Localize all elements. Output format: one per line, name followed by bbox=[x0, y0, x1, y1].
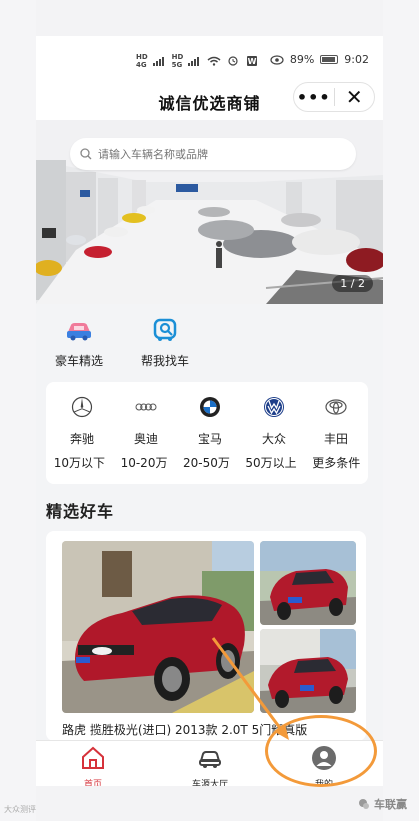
tab-car-hall[interactable]: 车源大厅 bbox=[170, 745, 250, 786]
tab-mine-label: 我的 bbox=[314, 780, 333, 786]
tab-home[interactable]: 首页 bbox=[53, 745, 133, 786]
price-filter-more[interactable]: 更多条件 bbox=[312, 454, 360, 471]
car-photo-3 bbox=[260, 629, 356, 713]
price-filter-2[interactable]: 20-50万 bbox=[183, 454, 230, 471]
bottom-tab-bar: 首页 车源大厅 我的 bbox=[36, 740, 383, 786]
mercedes-logo-icon bbox=[71, 396, 93, 418]
brand-vw[interactable]: 大众 bbox=[244, 396, 304, 447]
brand-benz[interactable]: 奔驰 bbox=[52, 396, 112, 447]
brand-vw-label: 大众 bbox=[261, 432, 286, 446]
eye-icon bbox=[270, 54, 284, 65]
status-left-icons: HD 4G HD 5G W bbox=[136, 53, 259, 69]
status-right: 89% 9:02 bbox=[270, 53, 369, 66]
brand-bmw[interactable]: 宝马 bbox=[180, 396, 240, 447]
car-photo-2 bbox=[260, 541, 356, 625]
tab-home-label: 首页 bbox=[83, 780, 102, 786]
hd-badge-icon-2: HD 5G bbox=[171, 53, 184, 69]
phone-screen: HD 4G HD 5G W 89% 9:02 诚信优选商铺 ••• ✕ 请输入车… bbox=[36, 36, 383, 786]
svg-text:W: W bbox=[248, 57, 257, 66]
price-filter-3[interactable]: 50万以上 bbox=[245, 454, 296, 471]
audi-logo-icon bbox=[135, 403, 157, 411]
search-bar[interactable] bbox=[70, 138, 356, 170]
watermark-right-text: 车联赢 bbox=[374, 798, 407, 811]
carousel-pager: 1 / 2 bbox=[332, 275, 373, 292]
title-bar: 诚信优选商铺 ••• ✕ bbox=[36, 82, 383, 120]
brand-bmw-label: 宝马 bbox=[197, 432, 222, 446]
miniapp-capsule: ••• ✕ bbox=[293, 82, 375, 112]
bmw-logo-icon bbox=[200, 397, 220, 417]
hd-badge-icon: HD 4G bbox=[136, 53, 148, 69]
app-notification-icon: W bbox=[247, 56, 258, 66]
alarm-icon bbox=[228, 56, 238, 66]
featured-car-card[interactable]: 路虎 揽胜极光(进口) 2013款 2.0T 5门耀真版 bbox=[46, 531, 366, 741]
search-icon bbox=[80, 148, 92, 160]
price-filter-1[interactable]: 10-20万 bbox=[121, 454, 168, 471]
section-title: 精选好车 bbox=[46, 502, 115, 521]
watermark-right: 车联赢 bbox=[358, 796, 407, 812]
close-button[interactable]: ✕ bbox=[334, 85, 374, 109]
brand-audi-label: 奥迪 bbox=[133, 432, 158, 446]
left-border bbox=[0, 0, 36, 821]
toyota-logo-icon bbox=[325, 399, 347, 415]
find-car-icon bbox=[153, 318, 177, 341]
price-filter-0[interactable]: 10万以下 bbox=[54, 454, 105, 471]
quick-luxury-label: 豪车精选 bbox=[54, 354, 103, 368]
signal-icon bbox=[152, 57, 164, 66]
volkswagen-logo-icon bbox=[264, 397, 284, 417]
watermark-left: 大众测评 bbox=[4, 805, 36, 814]
home-icon bbox=[82, 746, 104, 769]
car-photo-main bbox=[62, 541, 254, 713]
signal-icon-2 bbox=[188, 57, 200, 66]
wechat-icon bbox=[359, 799, 369, 809]
banner-carousel[interactable]: 1 / 2 bbox=[36, 120, 383, 304]
clock: 9:02 bbox=[344, 53, 369, 66]
car-icon bbox=[199, 751, 221, 768]
quick-find-car[interactable]: 帮我找车 bbox=[125, 318, 205, 369]
luxury-car-icon bbox=[67, 323, 91, 341]
brand-toyota[interactable]: 丰田 bbox=[306, 396, 366, 447]
brand-filter-panel: 奔驰 奥迪 宝马 大众 丰田 10万以下 10-20万 20-50万 50万以上… bbox=[46, 382, 368, 484]
quick-find-label: 帮我找车 bbox=[140, 354, 189, 368]
battery-icon bbox=[320, 55, 339, 64]
brand-benz-label: 奔驰 bbox=[69, 432, 94, 446]
quick-entries: 豪车精选 帮我找车 bbox=[36, 304, 383, 378]
brand-toyota-label: 丰田 bbox=[323, 432, 348, 446]
user-icon bbox=[312, 746, 336, 770]
tab-car-hall-label: 车源大厅 bbox=[191, 780, 228, 786]
right-border bbox=[383, 0, 419, 821]
more-menu-button[interactable]: ••• bbox=[294, 88, 334, 107]
wifi-icon bbox=[207, 56, 221, 66]
price-filters: 10万以下 10-20万 20-50万 50万以上 更多条件 bbox=[46, 454, 368, 471]
brand-audi[interactable]: 奥迪 bbox=[116, 396, 176, 447]
car-title: 路虎 揽胜极光(进口) 2013款 2.0T 5门耀真版 bbox=[62, 723, 308, 737]
battery-percent: 89% bbox=[289, 53, 315, 66]
status-bar: HD 4G HD 5G W 89% 9:02 bbox=[36, 36, 383, 82]
quick-luxury-cars[interactable]: 豪车精选 bbox=[39, 318, 119, 369]
search-input[interactable] bbox=[98, 147, 338, 161]
tab-mine[interactable]: 我的 bbox=[284, 745, 364, 786]
